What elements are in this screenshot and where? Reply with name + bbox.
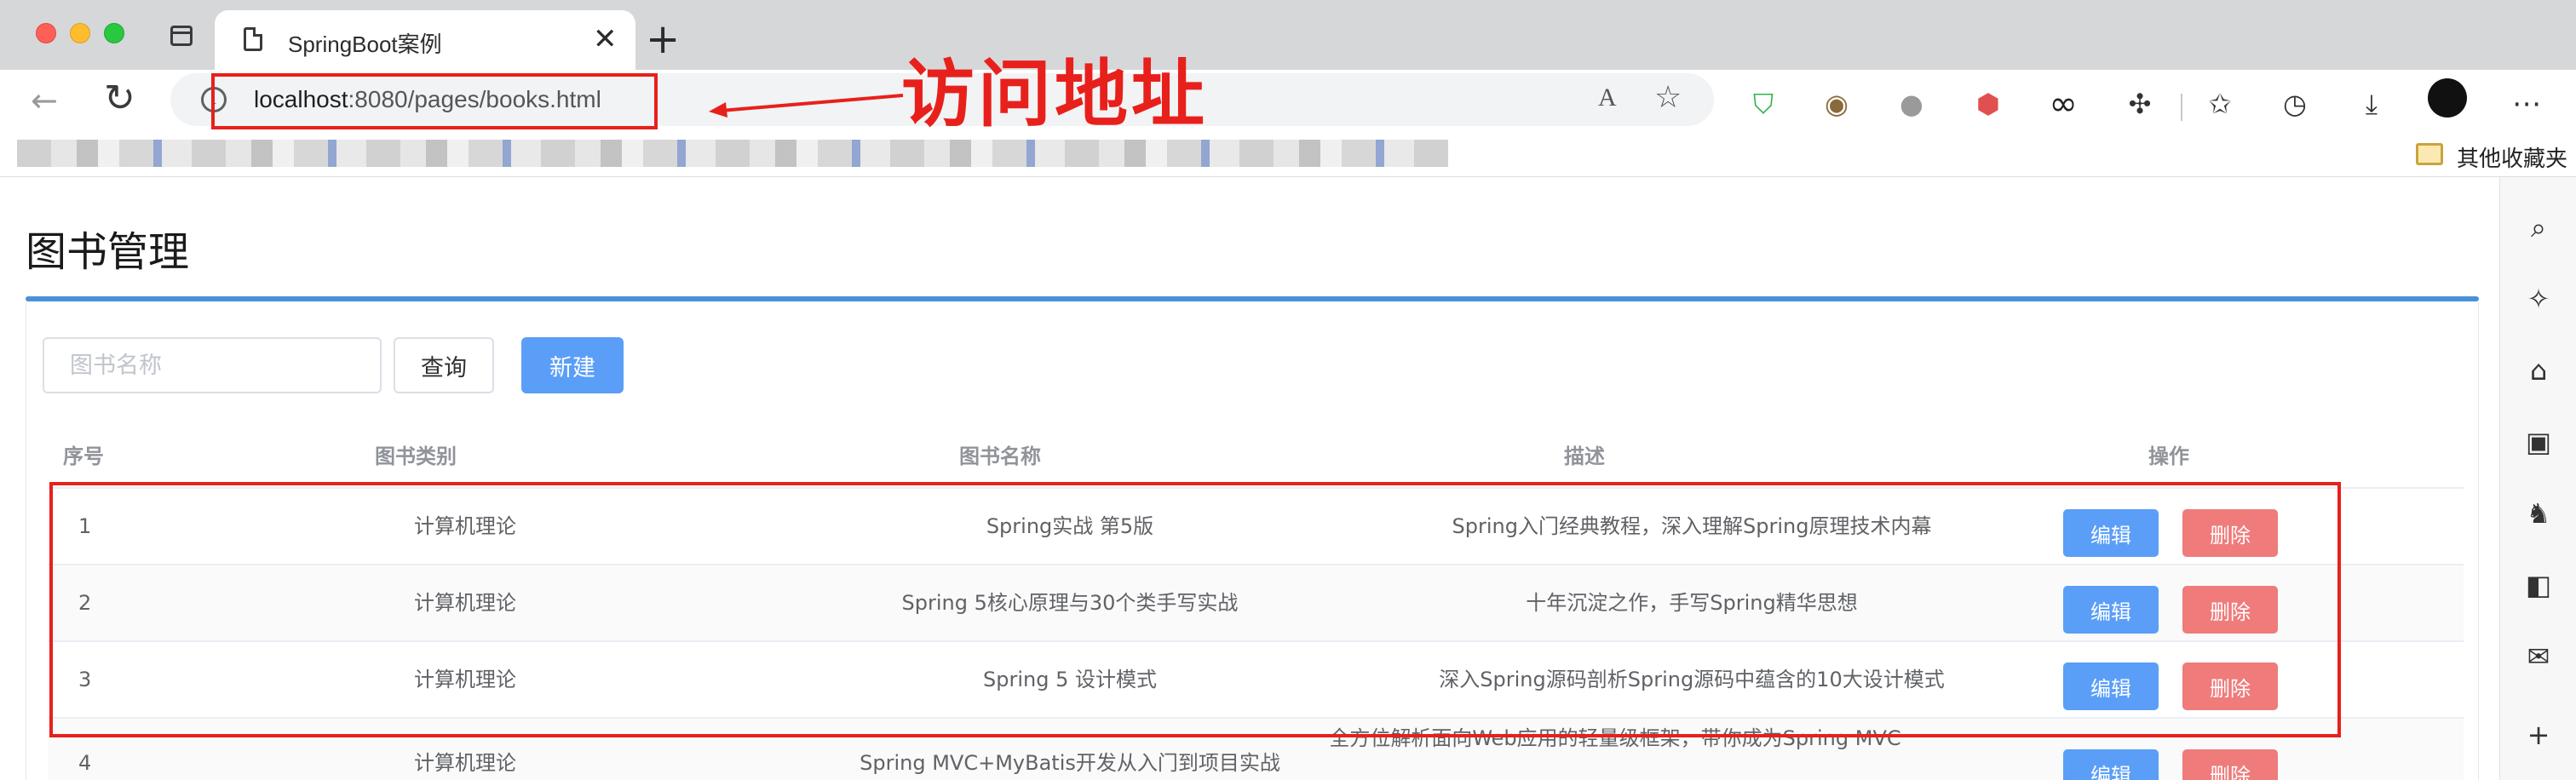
minimize-window-button[interactable] bbox=[70, 23, 90, 43]
folder-icon[interactable] bbox=[2416, 143, 2443, 165]
edge-sidebar: ⌕ ✧ ⌂ ▣ ♞ ◧ ✉ + bbox=[2499, 177, 2576, 780]
rows-highlight-box bbox=[49, 482, 2341, 737]
adblock-extension-icon[interactable]: ⬢ bbox=[1969, 87, 2007, 121]
games-icon[interactable]: ♞ bbox=[2519, 494, 2558, 533]
history-icon[interactable]: ◷ bbox=[2276, 87, 2314, 121]
annotation-arrow bbox=[709, 94, 904, 118]
ghost-extension-icon[interactable]: ● bbox=[1893, 87, 1930, 121]
favorites-icon[interactable]: ✩ bbox=[2201, 87, 2239, 121]
download-icon[interactable]: ⤓ bbox=[2353, 87, 2390, 121]
url-highlight-box bbox=[211, 73, 658, 129]
delete-button[interactable]: 删除 bbox=[2182, 749, 2278, 780]
office-icon[interactable]: ◧ bbox=[2519, 565, 2558, 605]
owl-extension-icon[interactable]: ◉ bbox=[1818, 87, 1855, 121]
page-icon bbox=[244, 27, 262, 51]
blurred-bookmarks bbox=[17, 140, 1448, 167]
toolbar-divider bbox=[2181, 94, 2182, 121]
tab-close-icon[interactable]: ✕ bbox=[593, 22, 618, 56]
search-icon[interactable]: ⌕ bbox=[2519, 208, 2558, 247]
maximize-window-button[interactable] bbox=[104, 23, 124, 43]
extensions-puzzle-icon[interactable]: ✣ bbox=[2121, 87, 2159, 121]
tab-actions-icon[interactable] bbox=[170, 26, 193, 46]
new-tab-button[interactable]: + bbox=[646, 15, 680, 63]
tab-title: SpringBoot案例 bbox=[288, 32, 442, 57]
close-window-button[interactable] bbox=[36, 23, 56, 43]
edit-button[interactable]: 编辑 bbox=[2063, 749, 2159, 780]
annotation-label: 访问地址 bbox=[901, 52, 1208, 137]
read-aloud-icon[interactable]: A bbox=[1598, 83, 1617, 112]
column-header-no: 序号 bbox=[63, 444, 104, 468]
column-header-name: 图书名称 bbox=[959, 444, 1041, 468]
column-header-type: 图书类别 bbox=[375, 444, 457, 468]
add-sidebar-app-icon[interactable]: + bbox=[2519, 715, 2558, 754]
tab-active[interactable]: SpringBoot案例 ✕ bbox=[215, 10, 635, 70]
bookmarks-bar: 其他收藏夹 bbox=[0, 131, 2576, 177]
query-button[interactable]: 查询 bbox=[394, 337, 494, 393]
more-menu-icon[interactable]: ⋯ bbox=[2508, 87, 2545, 121]
column-header-description: 描述 bbox=[1564, 444, 1605, 468]
tools-briefcase-icon[interactable]: ▣ bbox=[2519, 422, 2558, 462]
new-book-button[interactable]: 新建 bbox=[521, 337, 624, 393]
shield-extension-icon[interactable]: ⛉ bbox=[1745, 87, 1782, 121]
infinity-extension-icon[interactable]: ∞ bbox=[2044, 87, 2082, 121]
tab-bar: SpringBoot案例 ✕ + bbox=[0, 0, 2576, 70]
other-favorites-link[interactable]: 其他收藏夹 bbox=[2457, 141, 2567, 173]
book-name-search-input[interactable] bbox=[43, 337, 382, 393]
back-arrow-icon[interactable]: ← bbox=[31, 82, 58, 119]
outlook-icon[interactable]: ✉ bbox=[2519, 637, 2558, 676]
column-header-operations: 操作 bbox=[2148, 444, 2189, 468]
page-title: 图书管理 bbox=[26, 228, 190, 276]
add-favorite-icon[interactable]: ☆ bbox=[1654, 80, 1682, 115]
profile-avatar[interactable] bbox=[2428, 78, 2467, 118]
shopping-tag-icon[interactable]: ⌂ bbox=[2519, 351, 2558, 390]
reload-icon[interactable]: ↻ bbox=[104, 77, 135, 120]
copilot-sparkle-icon[interactable]: ✧ bbox=[2519, 279, 2558, 318]
